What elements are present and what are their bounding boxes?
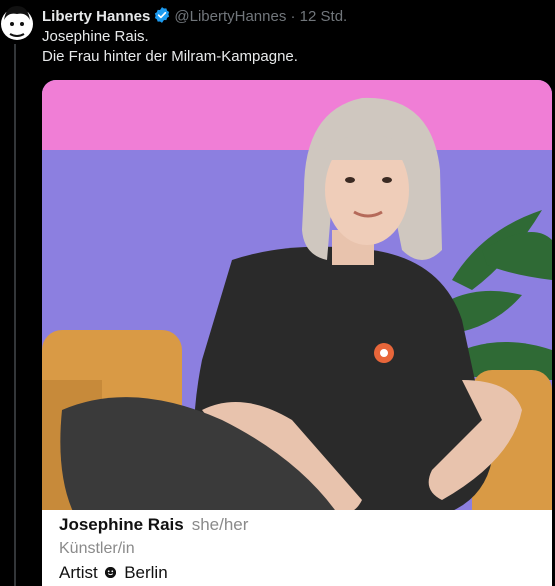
author-name[interactable]: Liberty Hannes <box>42 8 150 25</box>
tweet-text-line-2: Die Frau hinter der Milram-Kampagne. <box>42 48 298 65</box>
smiley-icon <box>105 567 117 578</box>
card-location: Berlin <box>124 563 168 582</box>
card-role: Künstler/in <box>59 540 135 557</box>
card-location-prefix: Artist <box>59 563 98 582</box>
tweet-text: Josephine Rais. Die Frau hinter der Milr… <box>42 27 545 67</box>
avatar-image <box>0 2 34 42</box>
author-handle[interactable]: @LibertyHannes <box>174 8 286 25</box>
thread-line <box>14 44 16 586</box>
name-card: Josephine Rais she/her Künstler/in Artist… <box>42 510 552 586</box>
card-name-line: Josephine Rais she/her <box>59 514 248 536</box>
card-pronouns: she/her <box>191 515 249 534</box>
tweet-time[interactable]: 12 Std. <box>300 8 348 25</box>
tweet-text-line-1: Josephine Rais. <box>42 28 149 45</box>
tweet-media[interactable]: Josephine Rais she/her Künstler/in Artist… <box>42 80 552 586</box>
card-location-line: Artist Berlin <box>59 562 168 584</box>
card-name: Josephine Rais <box>59 515 184 534</box>
separator-dot: · <box>290 8 296 25</box>
avatar[interactable] <box>0 2 34 42</box>
